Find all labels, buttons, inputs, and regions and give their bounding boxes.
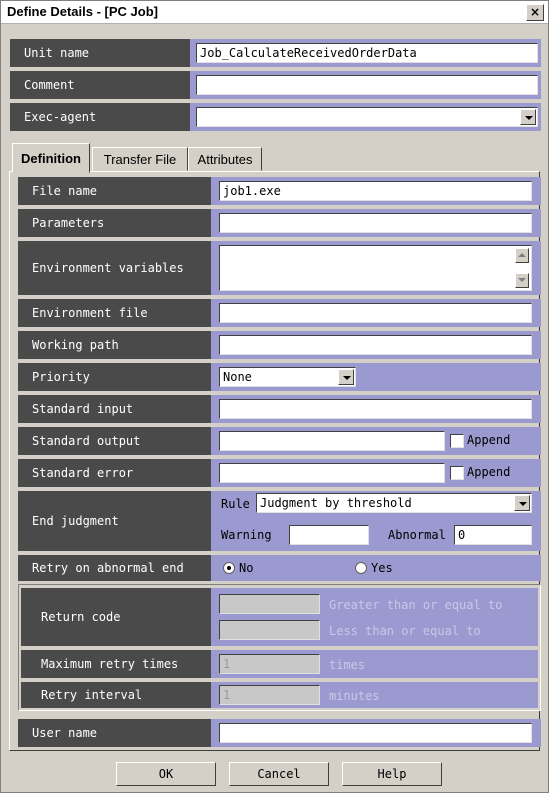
comment-row: Comment: [10, 71, 541, 99]
define-details-window: Define Details - [PC Job] × Unit name Jo…: [0, 0, 549, 793]
abnormal-label: Abnormal: [388, 528, 446, 542]
end-judgment-row: End judgment Rule Judgment by threshold …: [18, 491, 541, 551]
return-code-label: Return code: [21, 588, 211, 646]
user-name-label: User name: [18, 719, 211, 747]
rule-label: Rule: [221, 497, 250, 511]
max-retry-unit: times: [329, 658, 366, 672]
comment-input[interactable]: [196, 75, 538, 95]
standard-input-row: Standard input: [18, 395, 541, 423]
environment-variables-row: Environment variables: [18, 241, 541, 295]
retry-interval-unit: minutes: [329, 689, 380, 703]
working-path-row: Working path: [18, 331, 541, 359]
user-name-row: User name: [18, 719, 541, 747]
ok-button[interactable]: OK: [116, 762, 216, 786]
environment-variables-label: Environment variables: [18, 241, 211, 295]
max-retry-row: Maximum retry times 1 times: [21, 650, 538, 678]
retry-no-label: No: [239, 561, 254, 575]
file-name-row: File name job1.exe: [18, 177, 541, 205]
return-code-row: Return code Greater than or equal to Les…: [21, 588, 538, 646]
warning-label: Warning: [221, 528, 272, 542]
scroll-up-icon[interactable]: [515, 248, 529, 263]
max-retry-label: Maximum retry times: [21, 650, 211, 678]
retry-row: Retry on abnormal end No Yes: [18, 555, 541, 581]
standard-error-append-checkbox[interactable]: [450, 466, 464, 480]
window-title: Define Details - [PC Job]: [7, 4, 158, 19]
standard-input-input[interactable]: [219, 399, 532, 419]
parameters-row: Parameters: [18, 209, 541, 237]
return-code-max-suffix: Less than or equal to: [329, 624, 481, 638]
standard-output-input[interactable]: [219, 431, 445, 451]
end-judgment-label: End judgment: [18, 491, 211, 551]
standard-output-label: Standard output: [18, 427, 211, 455]
priority-select[interactable]: None: [219, 367, 356, 387]
retry-yes-radio[interactable]: [355, 562, 367, 574]
unit-name-input[interactable]: Job_CalculateReceivedOrderData: [196, 43, 538, 63]
parameters-label: Parameters: [18, 209, 211, 237]
tab-definition[interactable]: Definition: [12, 143, 90, 173]
user-name-input[interactable]: [219, 723, 532, 743]
standard-error-input[interactable]: [219, 463, 445, 483]
environment-file-row: Environment file: [18, 299, 541, 327]
chevron-down-icon[interactable]: [520, 109, 536, 125]
retry-interval-row: Retry interval 1 minutes: [21, 682, 538, 708]
warning-input[interactable]: [289, 525, 369, 545]
environment-file-label: Environment file: [18, 299, 211, 327]
unit-name-label: Unit name: [10, 39, 190, 67]
tab-attributes[interactable]: Attributes: [188, 147, 262, 171]
comment-label: Comment: [10, 71, 190, 99]
file-name-label: File name: [18, 177, 211, 205]
rule-select[interactable]: Judgment by threshold: [256, 493, 532, 513]
working-path-input[interactable]: [219, 335, 532, 355]
priority-row: Priority None: [18, 363, 541, 391]
rule-value: Judgment by threshold: [260, 496, 412, 510]
scroll-down-icon[interactable]: [515, 273, 529, 288]
exec-agent-row: Exec-agent: [10, 103, 541, 131]
retry-interval-label: Retry interval: [21, 682, 211, 708]
environment-variables-textarea[interactable]: [219, 245, 532, 291]
working-path-label: Working path: [18, 331, 211, 359]
exec-agent-select[interactable]: [196, 107, 538, 127]
title-bar: Define Details - [PC Job] ×: [1, 1, 548, 24]
retry-label: Retry on abnormal end: [18, 555, 211, 581]
standard-error-label: Standard error: [18, 459, 211, 487]
help-button[interactable]: Help: [342, 762, 442, 786]
priority-value: None: [223, 370, 252, 384]
retry-interval-input[interactable]: 1: [219, 685, 320, 705]
chevron-down-icon[interactable]: [514, 495, 530, 511]
file-name-input[interactable]: job1.exe: [219, 181, 532, 201]
standard-error-row: Standard error Append: [18, 459, 541, 487]
abnormal-input[interactable]: 0: [454, 525, 532, 545]
cancel-button[interactable]: Cancel: [229, 762, 329, 786]
max-retry-input[interactable]: 1: [219, 654, 320, 674]
return-code-max-input[interactable]: [219, 620, 320, 640]
close-button[interactable]: ×: [526, 4, 544, 21]
environment-file-input[interactable]: [219, 303, 532, 323]
standard-input-label: Standard input: [18, 395, 211, 423]
chevron-down-icon[interactable]: [338, 369, 354, 385]
standard-output-append-checkbox[interactable]: [450, 434, 464, 448]
priority-label: Priority: [18, 363, 211, 391]
retry-yes-label: Yes: [371, 561, 393, 575]
standard-error-append-label: Append: [467, 465, 511, 479]
return-code-min-input[interactable]: [219, 594, 320, 614]
unit-name-row: Unit name Job_CalculateReceivedOrderData: [10, 39, 541, 67]
standard-output-append-label: Append: [467, 433, 511, 447]
return-code-min-suffix: Greater than or equal to: [329, 598, 503, 612]
retry-no-radio[interactable]: [223, 562, 235, 574]
tab-transfer-file[interactable]: Transfer File: [92, 147, 188, 171]
parameters-input[interactable]: [219, 213, 532, 233]
exec-agent-label: Exec-agent: [10, 103, 190, 131]
standard-output-row: Standard output Append: [18, 427, 541, 455]
